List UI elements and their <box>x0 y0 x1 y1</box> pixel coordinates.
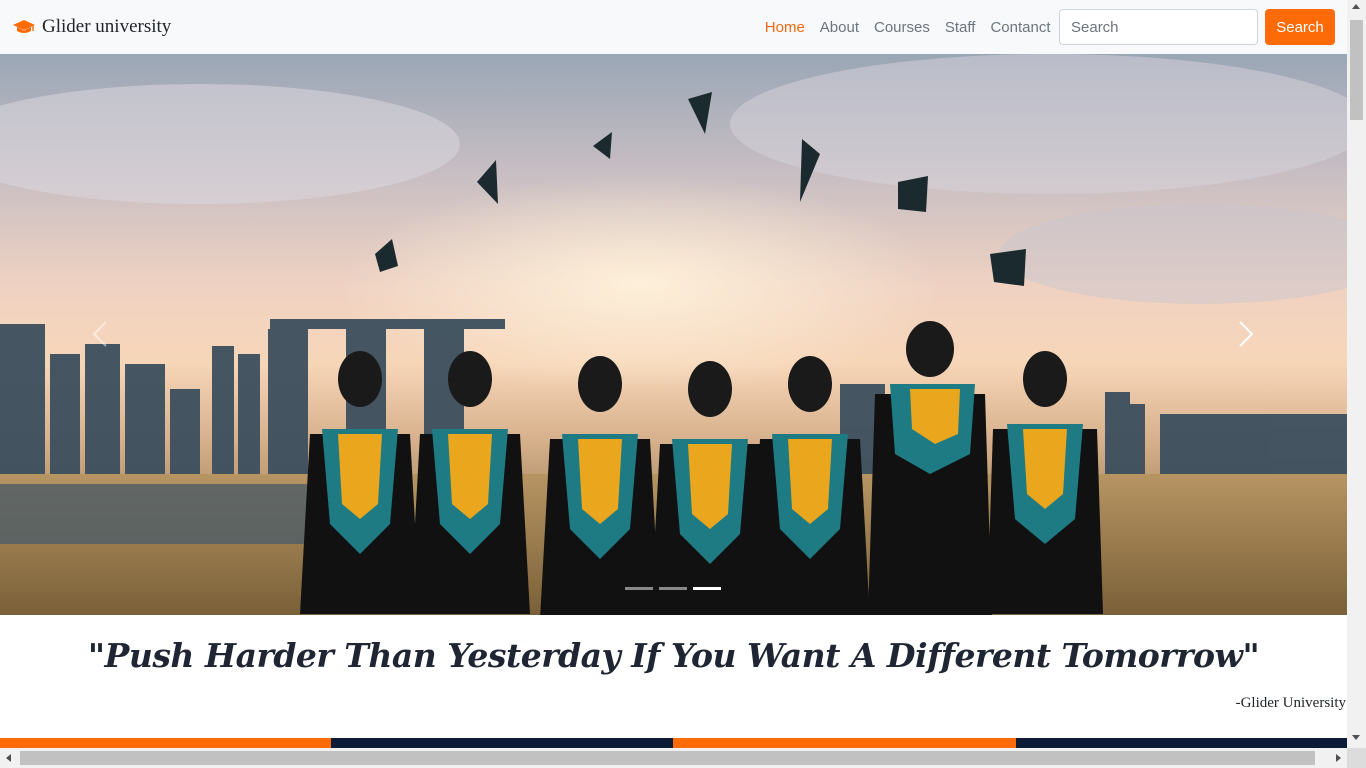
quote-text: "Push Harder Than Yesterday If You Want … <box>87 636 1260 675</box>
vertical-scrollbar[interactable] <box>1347 0 1366 748</box>
brand[interactable]: Glider university <box>12 16 171 38</box>
quote-author: -Glider University <box>1235 695 1346 711</box>
scroll-right-icon[interactable] <box>1336 754 1341 762</box>
graduation-cap-icon <box>12 19 36 35</box>
nav-link-contact[interactable]: Contanct <box>983 19 1058 36</box>
carousel-prev-button[interactable] <box>86 319 116 349</box>
strip-segment <box>0 738 331 748</box>
nav-links: Home About Courses Staff Contanct Search <box>757 9 1335 45</box>
carousel-indicator-1[interactable] <box>625 587 653 590</box>
brand-name: Glider university <box>42 16 172 37</box>
vertical-scroll-thumb[interactable] <box>1350 20 1363 120</box>
strip-segment <box>673 738 1016 748</box>
nav-link-about[interactable]: About <box>812 19 866 36</box>
graduation-photo <box>0 54 1347 615</box>
chevron-right-icon <box>1239 321 1254 347</box>
top-navbar: Glider university Home About Courses Sta… <box>0 0 1347 54</box>
hero-carousel <box>0 54 1347 615</box>
carousel-indicator-3[interactable] <box>693 587 721 590</box>
nav-link-courses[interactable]: Courses <box>867 19 938 36</box>
carousel-indicators <box>625 587 721 590</box>
chevron-left-icon <box>92 321 107 347</box>
scroll-down-icon[interactable] <box>1352 735 1360 740</box>
carousel-indicator-2[interactable] <box>659 587 687 590</box>
scroll-left-icon[interactable] <box>6 754 11 762</box>
scroll-up-icon[interactable] <box>1352 4 1360 9</box>
color-strip <box>0 738 1347 748</box>
scrollbar-corner <box>1347 748 1366 768</box>
carousel-next-button[interactable] <box>1230 319 1260 349</box>
search-button[interactable]: Search <box>1265 9 1335 45</box>
horizontal-scroll-thumb[interactable] <box>20 751 1315 765</box>
strip-segment <box>331 738 673 748</box>
horizontal-scrollbar[interactable] <box>0 748 1347 768</box>
nav-link-staff[interactable]: Staff <box>937 19 983 36</box>
nav-link-home[interactable]: Home <box>757 19 812 36</box>
search-input[interactable] <box>1059 9 1258 45</box>
strip-segment <box>1016 738 1347 748</box>
